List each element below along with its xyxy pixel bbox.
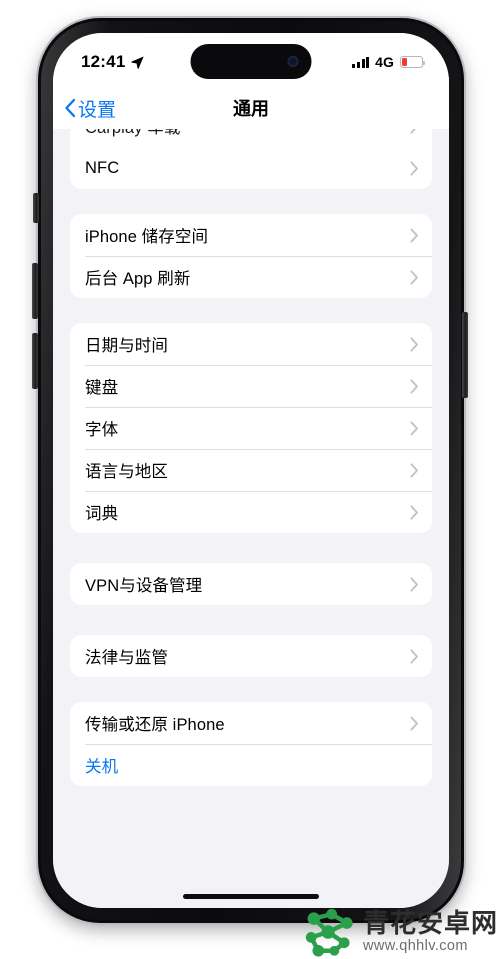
- status-bar-time: 12:41: [81, 52, 126, 71]
- dynamic-island: [190, 44, 312, 79]
- watermark-text: 青花安卓网 www.qhhlv.com: [363, 910, 498, 954]
- chevron-right-icon: [410, 378, 418, 394]
- watermark-site-name: 青花安卓网: [362, 908, 498, 939]
- power-button[interactable]: [462, 312, 468, 398]
- network-type-label: 4G: [375, 54, 394, 70]
- chevron-right-icon: [410, 648, 418, 664]
- list-item-shutdown[interactable]: 关机: [70, 744, 432, 786]
- settings-list[interactable]: Carplay 车载 NFC iPhone 储存空间: [53, 129, 449, 908]
- list-item-nfc[interactable]: NFC: [70, 147, 432, 189]
- list-item-background-app-refresh[interactable]: 后台 App 刷新: [70, 256, 432, 298]
- cellular-bars-icon: [352, 56, 370, 68]
- settings-group-vpn: VPN与设备管理: [70, 563, 432, 605]
- list-item-language-region[interactable]: 语言与地区: [70, 449, 432, 491]
- chevron-right-icon: [410, 576, 418, 592]
- list-item-label: 后台 App 刷新: [85, 270, 191, 288]
- list-item-label: Carplay 车载: [85, 129, 180, 138]
- list-item-label: 语言与地区: [85, 463, 168, 481]
- list-item-label: 关机: [85, 758, 119, 776]
- chevron-right-icon: [410, 336, 418, 352]
- list-item-transfer-reset-iphone[interactable]: 传输或还原 iPhone: [70, 702, 432, 744]
- mute-switch-button[interactable]: [33, 193, 39, 223]
- status-bar-left: 12:41: [81, 48, 145, 72]
- list-item-fonts[interactable]: 字体: [70, 407, 432, 449]
- chevron-right-icon: [410, 269, 418, 285]
- settings-group-reset: 传输或还原 iPhone 关机: [70, 702, 432, 786]
- navigation-bar: 设置 通用: [53, 87, 449, 129]
- chevron-left-icon: [65, 98, 76, 118]
- list-item-label: VPN与设备管理: [85, 577, 203, 595]
- location-arrow-icon: [131, 56, 145, 69]
- volume-up-button[interactable]: [32, 263, 38, 319]
- settings-group-storage: iPhone 储存空间 后台 App 刷新: [70, 214, 432, 298]
- list-item-label: 法律与监管: [85, 649, 168, 667]
- list-item-label: 键盘: [85, 379, 119, 397]
- settings-group-nfc: Carplay 车载 NFC: [70, 129, 432, 189]
- chevron-right-icon: [410, 129, 416, 134]
- watermark: 青花安卓网 www.qhhlv.com: [302, 907, 498, 957]
- list-item-label: NFC: [85, 158, 120, 177]
- site-logo-icon: [305, 908, 353, 957]
- home-indicator[interactable]: [183, 894, 319, 899]
- list-item[interactable]: Carplay 车载: [70, 129, 432, 147]
- back-button[interactable]: 设置: [64, 95, 116, 122]
- chevron-right-icon: [410, 227, 418, 243]
- watermark-url: www.qhhlv.com: [362, 938, 468, 955]
- front-camera-icon: [287, 56, 299, 67]
- list-item-dictionary[interactable]: 词典: [70, 491, 432, 533]
- chevron-right-icon: [410, 160, 418, 176]
- status-bar-right: 4G: [352, 50, 426, 70]
- settings-group-legal: 法律与监管: [70, 635, 432, 677]
- list-item-label: 词典: [85, 505, 119, 523]
- chevron-right-icon: [410, 504, 418, 520]
- list-item-iphone-storage[interactable]: iPhone 储存空间: [70, 214, 432, 256]
- list-item-legal-regulatory[interactable]: 法律与监管: [70, 635, 432, 677]
- list-item-label: 传输或还原 iPhone: [85, 716, 225, 734]
- list-item-label: 日期与时间: [85, 337, 168, 355]
- chevron-right-icon: [410, 420, 418, 436]
- screenshot-stage: 12:41 4G 设置 通用 NFC iPhone 储存空间 后台 App 刷新…: [0, 0, 500, 959]
- back-button-label: 设置: [78, 99, 117, 121]
- chevron-right-icon: [410, 715, 418, 731]
- list-item-keyboard[interactable]: 键盘: [70, 365, 432, 407]
- chevron-right-icon: [410, 462, 418, 478]
- list-item-vpn-device-management[interactable]: VPN与设备管理: [70, 563, 432, 605]
- list-item-date-time[interactable]: 日期与时间: [70, 323, 432, 365]
- list-item-label: 字体: [85, 421, 119, 439]
- list-item-label: iPhone 储存空间: [85, 228, 209, 246]
- phone-screen: 12:41 4G 设置 通用 NFC iPhone 储存空间 后台 App 刷新…: [53, 33, 449, 908]
- clipped-row-wrapper: Carplay 车载: [70, 129, 432, 147]
- volume-down-button[interactable]: [32, 333, 38, 389]
- battery-low-icon: [400, 56, 426, 68]
- settings-group-datetime: 日期与时间 键盘 字体 语言与地区 词典: [70, 323, 432, 533]
